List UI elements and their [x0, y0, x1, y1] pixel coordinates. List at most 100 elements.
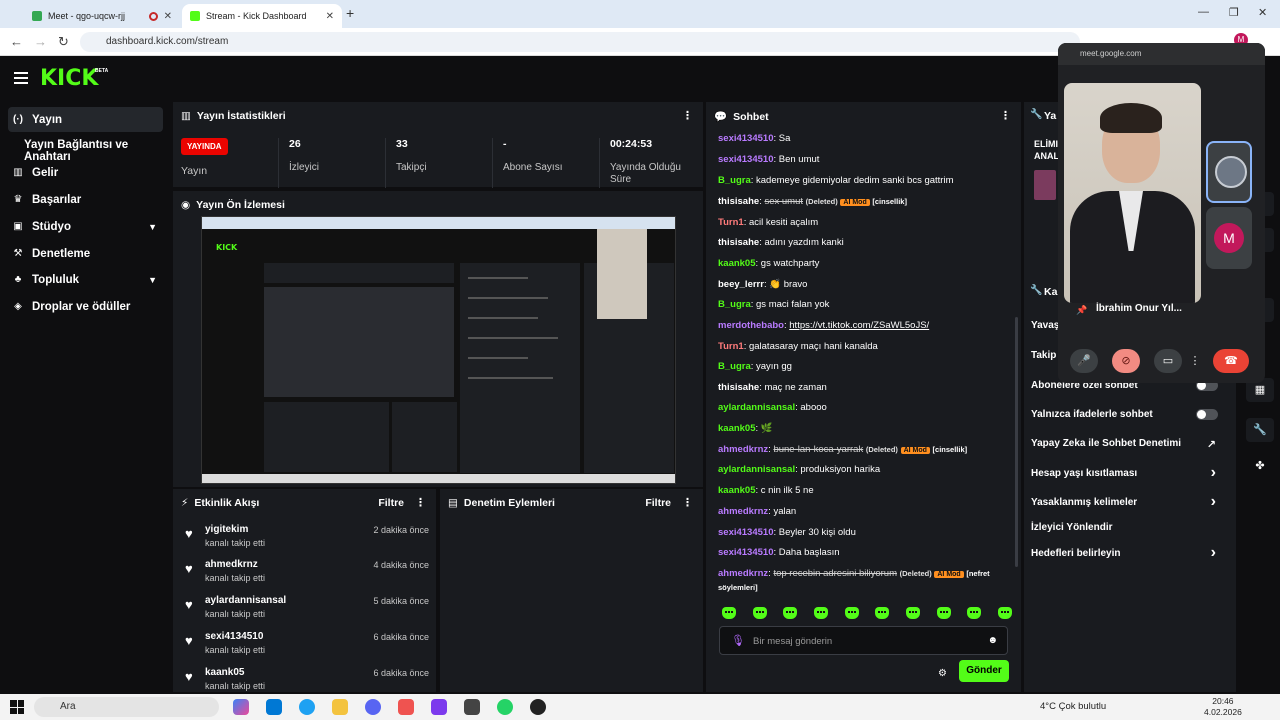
emote-icon[interactable]: [844, 607, 859, 619]
chat-username[interactable]: beey_lerrr: [718, 279, 764, 290]
microphone-icon[interactable]: 🎙: [731, 634, 745, 647]
copilot-icon[interactable]: [233, 699, 249, 715]
close-icon[interactable]: ✕: [326, 11, 334, 22]
emote-icon[interactable]: [875, 607, 890, 619]
emote-icon[interactable]: [936, 607, 951, 619]
chat-username[interactable]: merdothebabo: [718, 320, 784, 331]
maximize-icon[interactable]: ❐: [1229, 6, 1239, 19]
settings-row[interactable]: İzleyici Yönlendir: [1031, 522, 1226, 533]
sidebar-item-topluluk[interactable]: ♣ Topluluk ▼: [8, 267, 163, 292]
more-options-icon[interactable]: ⋮: [1000, 109, 1011, 122]
present-screen-icon[interactable]: ▭: [1154, 349, 1182, 373]
minimize-icon[interactable]: —: [1198, 6, 1209, 18]
sidebar-item-basarilar[interactable]: ♛ Başarılar: [8, 187, 163, 212]
back-icon[interactable]: ←: [10, 34, 23, 49]
camera-off-icon[interactable]: ⊘: [1112, 349, 1140, 373]
kick-logo[interactable]: KICK: [40, 66, 98, 91]
emote-icon[interactable]: [783, 607, 798, 619]
event-username[interactable]: ahmedkrnz: [205, 559, 258, 570]
event-username[interactable]: aylardannisansal: [205, 595, 286, 606]
apps-icon[interactable]: ✤: [1246, 454, 1274, 478]
chat-username[interactable]: sexi4134510: [718, 133, 773, 144]
participant-avatar[interactable]: M: [1206, 207, 1252, 269]
chat-username[interactable]: B_ugra: [718, 299, 751, 310]
chat-username[interactable]: thisisahe: [718, 382, 759, 393]
more-options-icon[interactable]: ⋮: [682, 496, 693, 509]
more-options-icon[interactable]: ⋮: [415, 496, 426, 509]
emote-icon[interactable]: [967, 607, 982, 619]
tab-kick-dashboard[interactable]: Stream - Kick Dashboard ✕: [182, 4, 342, 28]
taskbar-search[interactable]: Ara: [34, 697, 219, 717]
chat-username[interactable]: aylardannisansal: [718, 402, 795, 413]
chat-username[interactable]: Turn1: [718, 341, 744, 352]
chat-username[interactable]: sexi4134510: [718, 547, 773, 558]
reload-icon[interactable]: ↻: [58, 34, 69, 50]
sidebar-item-studyo[interactable]: ▣ Stüdyo ▼: [8, 214, 163, 239]
chat-input[interactable]: 🎙 Bir mesaj gönderin ☻: [719, 626, 1008, 655]
settings-row[interactable]: Hedefleri belirleyin ›: [1031, 544, 1226, 561]
chat-username[interactable]: ahmedkrnz: [718, 444, 768, 455]
chat-text[interactable]: https://vt.tiktok.com/ZSaWL5oJS/: [789, 320, 929, 331]
event-username[interactable]: yigitekim: [205, 524, 248, 535]
forward-icon[interactable]: →: [34, 34, 47, 49]
stream-preview-video[interactable]: KICK: [201, 216, 676, 484]
url-field[interactable]: dashboard.kick.com/stream: [80, 32, 1080, 52]
clock[interactable]: 20:46 4.02.2026: [1204, 696, 1242, 718]
tab-meet[interactable]: Meet - qgo-uqcw-rjj ✕: [24, 4, 180, 28]
meet-pip-window[interactable]: meet.google.com M 📌 İbrahim Onur Yıl... …: [1058, 43, 1265, 383]
emote-icon[interactable]: [997, 607, 1012, 619]
settings-row[interactable]: Yapay Zeka ile Sohbet Denetimi ↗: [1031, 438, 1226, 451]
emote-icon[interactable]: [905, 607, 920, 619]
emoji-icon[interactable]: ☻: [987, 635, 998, 646]
menu-icon[interactable]: [14, 72, 28, 84]
close-icon[interactable]: ✕: [164, 11, 172, 22]
windows-start-icon[interactable]: [10, 700, 24, 714]
filter-button[interactable]: Filtre: [378, 497, 404, 509]
microphone-icon[interactable]: 🎤: [1070, 349, 1098, 373]
sidebar-item-droplar[interactable]: ◈ Droplar ve ödüller: [8, 294, 163, 319]
chat-scrollbar[interactable]: [1015, 317, 1018, 567]
window-close-icon[interactable]: ✕: [1258, 6, 1267, 19]
whatsapp-icon[interactable]: [497, 699, 513, 715]
toggle-switch[interactable]: [1196, 409, 1218, 420]
filter-button[interactable]: Filtre: [645, 497, 671, 509]
chrome-icon[interactable]: [398, 699, 414, 715]
edge-icon[interactable]: [299, 699, 315, 715]
new-tab-button[interactable]: +: [346, 5, 354, 21]
chat-username[interactable]: thisisahe: [718, 237, 759, 248]
emote-icon[interactable]: [752, 607, 767, 619]
wrench-icon[interactable]: 🔧: [1246, 418, 1274, 442]
self-view-thumbnail[interactable]: [1206, 141, 1252, 203]
send-button[interactable]: Gönder: [959, 660, 1009, 682]
event-username[interactable]: kaank05: [205, 667, 244, 678]
settings-row[interactable]: Yalnızca ifadelerle sohbet: [1031, 409, 1226, 420]
sidebar-item-gelir[interactable]: ▥ Gelir: [8, 160, 163, 185]
chat-username[interactable]: sexi4134510: [718, 527, 773, 538]
emote-icon[interactable]: [722, 607, 736, 619]
obs-icon[interactable]: [530, 699, 546, 715]
chat-username[interactable]: ahmedkrnz: [718, 568, 768, 579]
chat-username[interactable]: kaank05: [718, 423, 756, 434]
app-icon[interactable]: [464, 699, 480, 715]
chat-username[interactable]: B_ugra: [718, 175, 751, 186]
chat-username[interactable]: aylardannisansal: [718, 464, 795, 475]
settings-row[interactable]: Hesap yaşı kısıtlaması ›: [1031, 464, 1226, 481]
weather-widget[interactable]: 4°C Çok bulutlu: [1040, 701, 1106, 712]
chat-username[interactable]: kaank05: [718, 258, 756, 269]
gear-icon[interactable]: ⚙: [938, 668, 947, 679]
sidebar-item-yayin[interactable]: (·) Yayın: [8, 107, 163, 132]
chat-username[interactable]: sexi4134510: [718, 154, 773, 165]
chat-username[interactable]: Turn1: [718, 217, 744, 228]
settings-row[interactable]: Yasaklanmış kelimeler ›: [1031, 493, 1226, 510]
hang-up-icon[interactable]: ☎: [1213, 349, 1249, 373]
discord-icon[interactable]: [365, 699, 381, 715]
chat-username[interactable]: B_ugra: [718, 361, 751, 372]
explorer-icon[interactable]: [332, 699, 348, 715]
chat-username[interactable]: kaank05: [718, 485, 756, 496]
more-options-icon[interactable]: ⋮: [682, 109, 693, 122]
chat-username[interactable]: ahmedkrnz: [718, 506, 768, 517]
app-icon[interactable]: [431, 699, 447, 715]
outlook-icon[interactable]: [266, 699, 282, 715]
more-options-icon[interactable]: ⋮: [1188, 349, 1202, 373]
chat-username[interactable]: thisisahe: [718, 196, 759, 207]
